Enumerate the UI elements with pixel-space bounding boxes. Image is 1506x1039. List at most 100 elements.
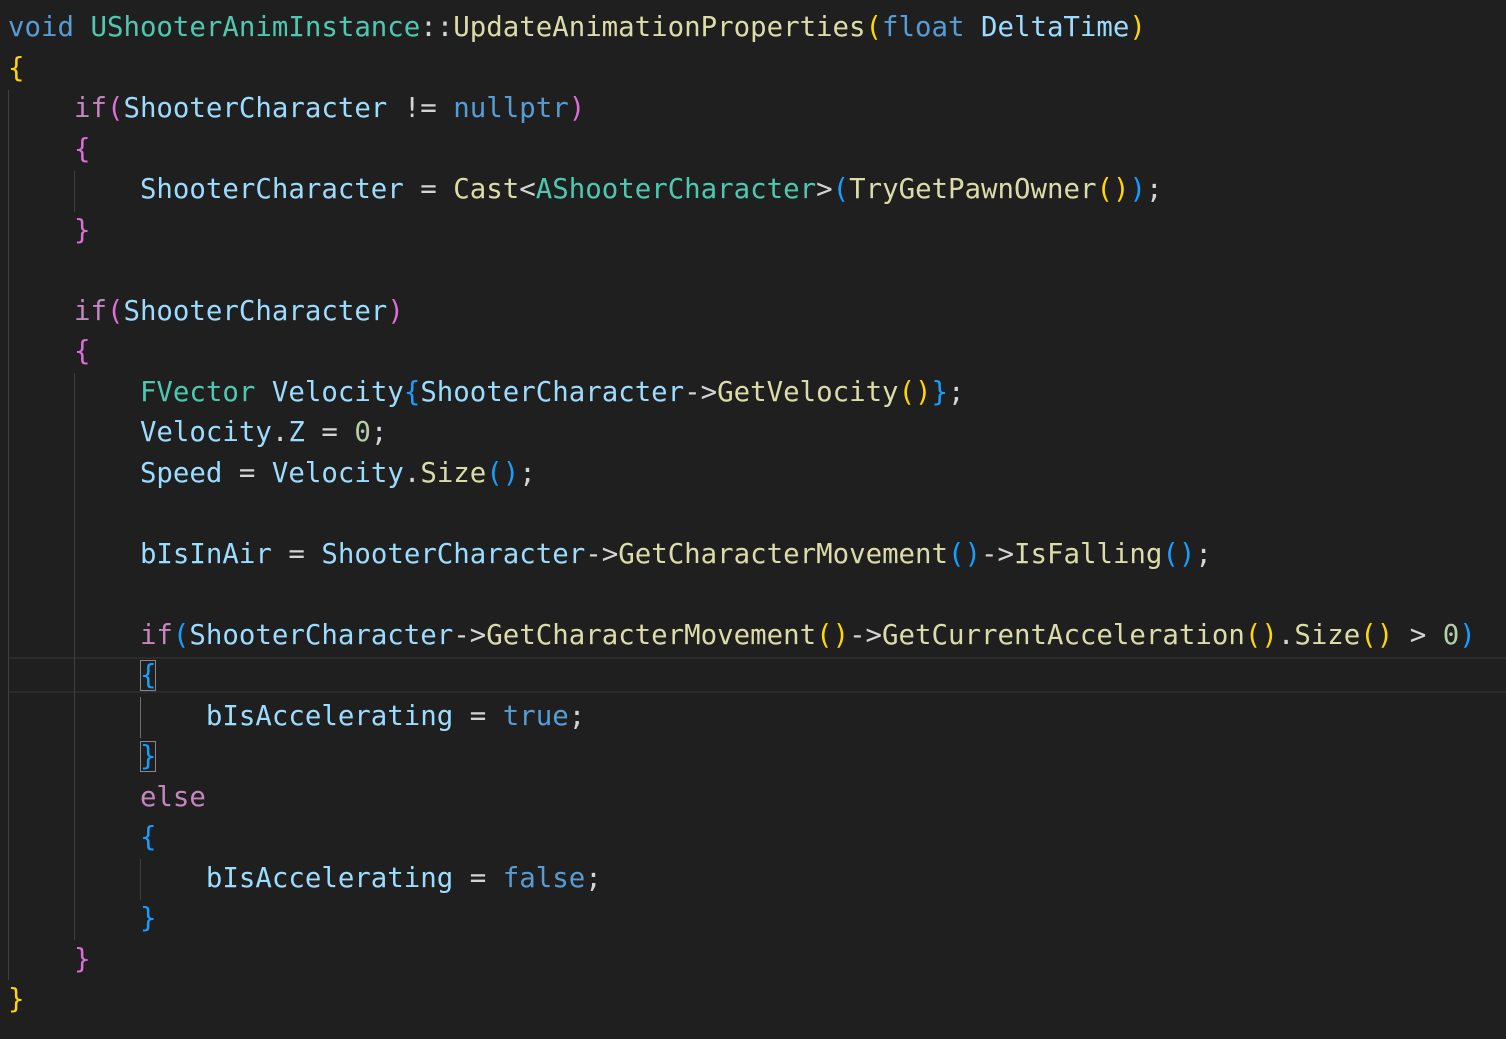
code-line[interactable]: bIsAccelerating = true; (8, 697, 585, 737)
code-line[interactable]: { (8, 49, 25, 89)
operator-token: -> (684, 376, 718, 408)
type-token: AShooterCharacter (535, 174, 817, 205)
operator-token: = (238, 457, 256, 489)
matched-bracket-token: { (139, 660, 157, 691)
code-line[interactable]: { (8, 656, 157, 696)
bracket-token: } (139, 903, 157, 934)
code-line[interactable]: } (8, 211, 91, 251)
function-token: GetVelocity (717, 376, 899, 408)
code-line[interactable]: } (8, 980, 25, 1020)
function-token: GetCharacterMovement (618, 538, 949, 570)
operator-token: ; (519, 457, 536, 489)
keyword-token: false (502, 862, 586, 894)
operator-token: = (420, 174, 437, 205)
bracket-token: ( (106, 93, 124, 124)
identifier-token: ShooterCharacter (123, 93, 388, 124)
bracket-token: ( (172, 619, 190, 651)
code-line[interactable]: } (8, 737, 157, 777)
function-token: GetCharacterMovement (486, 619, 817, 651)
identifier-token: bIsAccelerating (205, 862, 454, 894)
code-line[interactable]: } (8, 899, 157, 939)
operator-token: . (271, 417, 289, 448)
code-line[interactable]: { (8, 332, 91, 372)
code-line[interactable]: FVector Velocity{ShooterCharacter->GetVe… (8, 373, 965, 413)
operator-token: ; (1145, 174, 1163, 205)
bracket-token: ( (865, 12, 883, 43)
bracket-token: } (73, 214, 91, 246)
bracket-token: ( (832, 174, 850, 205)
code-line[interactable]: { (8, 130, 91, 170)
operator-token: ; (568, 700, 586, 732)
code-line[interactable]: } (8, 940, 91, 980)
code-editor[interactable]: void UShooterAnimInstance::UpdateAnimati… (0, 0, 1506, 1039)
function-token: GetCurrentAcceleration (882, 619, 1245, 651)
function-token: Cast (453, 174, 520, 205)
bracket-token: { (139, 822, 157, 853)
operator-token: . (403, 457, 421, 489)
keyword-token: void (8, 12, 74, 43)
bracket-token: } (73, 943, 91, 975)
number-token: 0 (1442, 619, 1460, 651)
bracket-token: ) (387, 295, 404, 327)
bracket-token: } (931, 376, 949, 408)
number-token: 0 (354, 417, 371, 448)
bracket-token: ) (1129, 174, 1146, 205)
code-line[interactable]: Speed = Velocity.Size(); (8, 454, 536, 494)
operator-token: < (519, 174, 536, 205)
code-line[interactable]: ShooterCharacter = Cast<AShooterCharacte… (8, 170, 1163, 210)
code-line[interactable]: else (8, 778, 206, 818)
keyword-token: float (882, 12, 965, 43)
code-line[interactable]: Velocity.Z = 0; (8, 413, 387, 453)
code-line[interactable]: void UShooterAnimInstance::UpdateAnimati… (8, 8, 1146, 48)
function-token: TryGetPawnOwner (849, 174, 1097, 205)
code-line[interactable]: if(ShooterCharacter->GetCharacterMovemen… (8, 616, 1476, 656)
bracket-token: () (1360, 619, 1394, 651)
code-line[interactable]: bIsInAir = ShooterCharacter->GetCharacte… (8, 535, 1212, 575)
bracket-token: { (73, 336, 91, 367)
bracket-token: () (1096, 174, 1130, 205)
operator-token: != (403, 93, 437, 124)
code-line[interactable]: if(ShooterCharacter) (8, 292, 404, 332)
function-token: UpdateAnimationProperties (453, 12, 866, 43)
identifier-token: ShooterCharacter (189, 619, 454, 651)
type-token: UShooterAnimInstance (90, 12, 421, 43)
code-line[interactable]: bIsAccelerating = false; (8, 859, 602, 899)
bracket-token: () (1244, 619, 1278, 651)
operator-token: = (469, 862, 487, 894)
keyword-token: true (502, 700, 569, 732)
operator-token: -> (453, 619, 487, 651)
bracket-token: () (898, 376, 932, 408)
code-line[interactable]: { (8, 818, 157, 858)
bracket-token: { (73, 133, 91, 165)
code-line[interactable]: if(ShooterCharacter != nullptr) (8, 89, 585, 129)
keyword-token: nullptr (453, 93, 569, 124)
function-token: Size (1294, 619, 1361, 651)
identifier-token: Z (288, 417, 305, 448)
bracket-token: { (8, 52, 25, 84)
operator-token: = (469, 700, 487, 732)
bracket-token: () (948, 538, 982, 570)
